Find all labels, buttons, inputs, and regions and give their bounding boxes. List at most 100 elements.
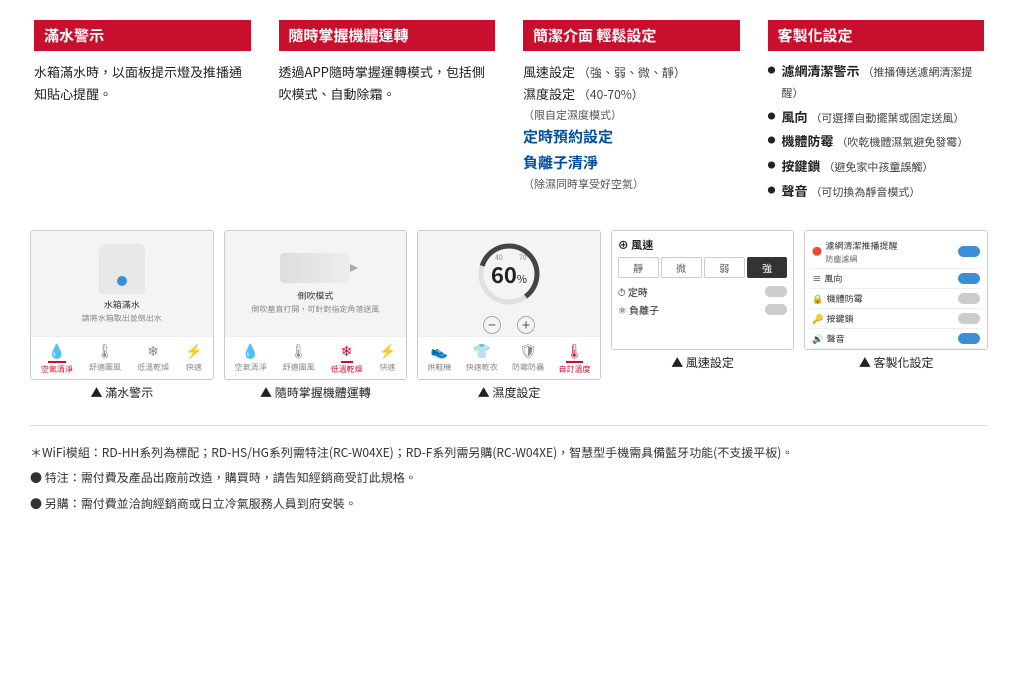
blue-indicator bbox=[117, 276, 127, 286]
ion-icon: ⚛ 負離子 bbox=[618, 302, 659, 317]
wind-btn-strong[interactable]: 強 bbox=[747, 257, 788, 278]
custom-row-mold: 🔒 機體防霉 bbox=[810, 289, 982, 309]
tab2-fast[interactable]: ⚡ 快速 bbox=[379, 341, 396, 375]
list-item: 濾網清潔警示 （推播傳送濾網清潔提醒） bbox=[768, 61, 985, 103]
mold-toggle[interactable] bbox=[958, 293, 980, 304]
tab3-label-1: 烘鞋機 bbox=[427, 362, 451, 373]
screenshot-custom: 🔴 濾網清潔推播提醒防塵濾網 ≡ 風向 bbox=[804, 230, 988, 405]
feature-header-custom: 客製化設定 bbox=[768, 20, 985, 51]
tab3-label-2: 快速乾衣 bbox=[466, 362, 498, 373]
list-item: 機體防霉 （吹乾機體濕氣避免發霉） bbox=[768, 131, 985, 152]
img-placeholder-3: 40 70 60% − + bbox=[418, 231, 600, 336]
shoes-icon: 👟 bbox=[431, 341, 448, 361]
feature-body-custom: 濾網清潔警示 （推播傳送濾網清潔提醒） 風向 （可選擇自動擺葉或固定送風） 機體… bbox=[768, 61, 985, 202]
list-item: 聲音 （可切換為靜音模式） bbox=[768, 181, 985, 202]
screenshot-box-5: 🔴 濾網清潔推播提醒防塵濾網 ≡ 風向 bbox=[804, 230, 988, 350]
footer-line-3: ● 另購：需付費並洽詢經銷商或日立冷氣服務人員到府安裝。 bbox=[30, 493, 988, 515]
humidity-value: 60 bbox=[491, 258, 517, 290]
side-blow-text: 側吹模式 bbox=[297, 289, 333, 302]
tab-label-3: 低溫乾燥 bbox=[137, 362, 169, 373]
dial-minus[interactable]: − bbox=[483, 316, 501, 334]
wind-btn-quiet[interactable]: 靜 bbox=[618, 257, 659, 278]
tab2-comfort[interactable]: 🌡 舒適團風 bbox=[283, 341, 315, 375]
screenshots-grid: 水箱滿水 請將水箱取出並倒出水 💧 空氣清淨 🌡 舒適團風 bbox=[30, 230, 988, 405]
screenshot-box-2: 側吹模式 側吹墓直打開，可針對指定角落送風 💧 空氣清淨 🌡 舒適團風 bbox=[224, 230, 408, 380]
tab2-low-temp-icon: ❄ bbox=[341, 341, 353, 363]
tab3-label-3: 防霉防蟲 bbox=[512, 362, 544, 373]
ion-toggle[interactable] bbox=[765, 304, 787, 315]
tab3-quick-dry[interactable]: 👕 快速乾衣 bbox=[466, 341, 498, 375]
screenshot-inner-2: 側吹模式 側吹墓直打開，可針對指定角落送風 bbox=[225, 231, 407, 336]
bottom-tabs-2: 💧 空氣清淨 🌡 舒適團風 ❄ 低溫乾燥 ⚡ 快速 bbox=[225, 336, 407, 379]
footer-line-1: ＊WiFi模組：RD-HH系列為標配；RD-HS/HG系列需特注(RC-W04X… bbox=[30, 442, 988, 464]
tab2-air[interactable]: 💧 空氣清淨 bbox=[235, 341, 267, 375]
mold-icon: 🔒 bbox=[812, 292, 823, 305]
tab3-custom-temp[interactable]: 🌡 自訂溫度 bbox=[559, 341, 591, 375]
tab-air-purify[interactable]: 💧 空氣清淨 bbox=[41, 341, 73, 375]
screenshot-label-3: ▲ 濕度設定 bbox=[478, 380, 541, 405]
screenshot-label-5: ▲ 客製化設定 bbox=[859, 350, 934, 375]
feature-grid: 滿水警示 水箱滿水時，以面板提示燈及推播通知貼心提醒。 隨時掌握機體運轉 透過A… bbox=[30, 20, 988, 206]
tab2-label-1: 空氣清淨 bbox=[235, 362, 267, 373]
keylock-toggle[interactable] bbox=[958, 313, 980, 324]
quick-dry-icon: 👕 bbox=[473, 341, 490, 361]
screenshot-label-2: ▲ 隨時掌握機體運轉 bbox=[260, 380, 371, 405]
screenshot-inner-1: 水箱滿水 請將水箱取出並倒出水 bbox=[31, 231, 213, 336]
list-item: 按鍵鎖 （避免家中孩童誤觸） bbox=[768, 156, 985, 177]
screenshot-full-water: 水箱滿水 請將水箱取出並倒出水 💧 空氣清淨 🌡 舒適團風 bbox=[30, 230, 214, 405]
custom-ui: 🔴 濾網清潔推播提醒防塵濾網 ≡ 風向 bbox=[805, 231, 987, 349]
feature-header-remote: 隨時掌握機體運轉 bbox=[279, 20, 496, 51]
wind-btn-micro[interactable]: 微 bbox=[661, 257, 702, 278]
feature-col-simple-ui: 簡潔介面 輕鬆設定 風速設定 （強、弱、微、靜） 濕度設定 （40-70%） （… bbox=[519, 20, 744, 206]
filter-toggle[interactable] bbox=[958, 246, 980, 257]
low-temp-icon: ❄ bbox=[147, 341, 159, 361]
feature-col-full-water: 滿水警示 水箱滿水時，以面板提示燈及推播通知貼心提醒。 bbox=[30, 20, 255, 206]
tab3-label-4: 自訂溫度 bbox=[559, 364, 591, 375]
tab2-comfort-icon: 🌡 bbox=[290, 341, 308, 361]
screenshot-box-3: 40 70 60% − + bbox=[417, 230, 601, 380]
screenshot-label-1: ▲ 滿水警示 bbox=[90, 380, 153, 405]
screenshots-section: 水箱滿水 請將水箱取出並倒出水 💧 空氣清淨 🌡 舒適團風 bbox=[30, 230, 988, 405]
tab-comfort[interactable]: 🌡 舒適團風 bbox=[89, 341, 121, 375]
feature-body-simple-ui: 風速設定 （強、弱、微、靜） 濕度設定 （40-70%） （限自定濕度模式） 定… bbox=[523, 61, 740, 194]
timer-toggle[interactable] bbox=[765, 286, 787, 297]
side-blow-sub: 側吹墓直打開，可針對指定角落送風 bbox=[251, 304, 379, 315]
fast-icon: ⚡ bbox=[185, 341, 202, 361]
screenshot-label-4: ▲ 風速設定 bbox=[671, 350, 734, 375]
screenshot-box-1: 水箱滿水 請將水箱取出並倒出水 💧 空氣清淨 🌡 舒適團風 bbox=[30, 230, 214, 380]
timer-icon: ⏱ 定時 bbox=[618, 284, 648, 299]
feature-col-custom: 客製化設定 濾網清潔警示 （推播傳送濾網清潔提醒） 風向 （可選擇自動擺葉或固定… bbox=[764, 20, 989, 206]
custom-row-keylock: 🔑 按鍵鎖 bbox=[810, 309, 982, 329]
list-item: 風向 （可選擇自動擺葉或固定送風） bbox=[768, 107, 985, 128]
wind-buttons: 靜 微 弱 強 bbox=[618, 257, 788, 278]
tab2-low-temp[interactable]: ❄ 低溫乾燥 bbox=[331, 341, 363, 375]
custom-row-sound: 🔊 聲音 bbox=[810, 329, 982, 349]
tab-fast[interactable]: ⚡ 快速 bbox=[185, 341, 202, 375]
wind-btn-weak[interactable]: 弱 bbox=[704, 257, 745, 278]
tab-label-2: 舒適團風 bbox=[89, 362, 121, 373]
tab-low-temp[interactable]: ❄ 低溫乾燥 bbox=[137, 341, 169, 375]
water-tank-device bbox=[99, 244, 145, 294]
wind-icon: ⊕ bbox=[618, 237, 629, 253]
tab3-anti-mold[interactable]: 🛡 防霉防蟲 bbox=[512, 341, 544, 375]
tab3-shoes[interactable]: 👟 烘鞋機 bbox=[427, 341, 451, 375]
wind-dir-toggle[interactable] bbox=[958, 273, 980, 284]
side-blow-device bbox=[280, 253, 350, 283]
dial-value-overlay: 60% bbox=[491, 258, 527, 290]
custom-temp-icon: 🌡 bbox=[566, 341, 584, 363]
wind-title: ⊕ 風速 bbox=[618, 237, 788, 253]
custom-list: 濾網清潔警示 （推播傳送濾網清潔提醒） 風向 （可選擇自動擺葉或固定送風） 機體… bbox=[768, 61, 985, 202]
screenshot-remote: 側吹模式 側吹墓直打開，可針對指定角落送風 💧 空氣清淨 🌡 舒適團風 bbox=[224, 230, 408, 405]
humidity-unit: % bbox=[517, 271, 527, 287]
img-placeholder-2: 側吹模式 側吹墓直打開，可針對指定角落送風 bbox=[225, 231, 407, 336]
screenshot-inner-3: 40 70 60% − + bbox=[418, 231, 600, 336]
tab2-fast-icon: ⚡ bbox=[379, 341, 396, 361]
tank-sub: 請將水箱取出並倒出水 bbox=[82, 313, 162, 324]
sound-toggle[interactable] bbox=[958, 333, 980, 344]
wind-toggle-ion: ⚛ 負離子 bbox=[618, 302, 788, 317]
tank-text: 水箱滿水 bbox=[104, 298, 140, 311]
clothes-icons: 👟 烘鞋機 👕 快速乾衣 🛡 防霉防蟲 🌡 自訂溫度 bbox=[418, 336, 600, 379]
air-purify-icon: 💧 bbox=[48, 341, 65, 363]
dial-plus[interactable]: + bbox=[517, 316, 535, 334]
wind-dir-icon: ≡ bbox=[812, 272, 821, 285]
